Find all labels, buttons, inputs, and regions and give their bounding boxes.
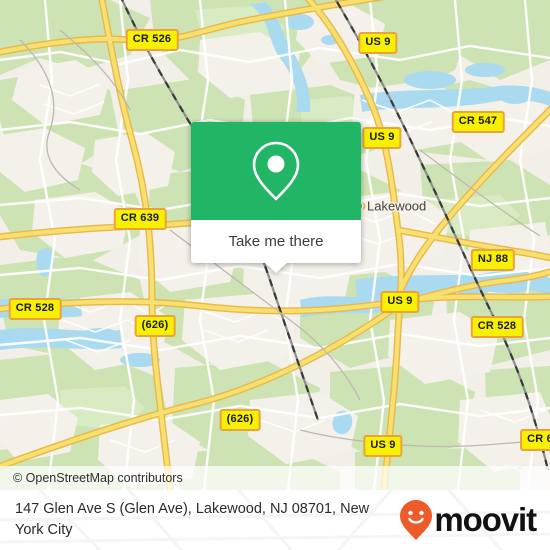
road-shield: CR 639 xyxy=(113,208,167,230)
popup-card-footer[interactable]: Take me there xyxy=(191,220,361,273)
destination-popup-card[interactable]: Take me there xyxy=(191,122,361,273)
road-shield: CR 6 xyxy=(520,429,550,451)
take-me-there-label: Take me there xyxy=(228,233,324,250)
attribution-text: © OpenStreetMap contributors xyxy=(13,471,183,485)
moovit-wordmark: moovit xyxy=(434,501,537,538)
road-shield: (626) xyxy=(134,315,176,337)
address-footer-bar: 147 Glen Ave S (Glen Ave), Lakewood, NJ … xyxy=(0,490,550,550)
road-shield: US 9 xyxy=(380,291,420,313)
road-shield: CR 528 xyxy=(470,316,524,338)
moovit-map-screenshot: CR 526 US 9 CR 547 US 9 CR 639 NJ 88 US … xyxy=(0,0,550,550)
popup-card-header xyxy=(191,122,361,220)
place-label-lakewood: Lakewood xyxy=(355,199,426,214)
place-name: Lakewood xyxy=(367,198,427,214)
road-shield: CR 547 xyxy=(451,111,505,133)
moovit-brand-logo[interactable]: moovit xyxy=(399,499,537,541)
popup-pointer-tail xyxy=(265,263,287,273)
moovit-pin-smile-icon xyxy=(400,500,433,540)
road-shield: NJ 88 xyxy=(470,249,516,271)
road-shield: CR 526 xyxy=(125,29,179,51)
road-shield: (626) xyxy=(219,409,261,431)
road-shield: US 9 xyxy=(363,435,403,457)
map-canvas[interactable]: CR 526 US 9 CR 547 US 9 CR 639 NJ 88 US … xyxy=(0,0,550,490)
map-pin-icon xyxy=(252,141,300,201)
address-text: 147 Glen Ave S (Glen Ave), Lakewood, NJ … xyxy=(15,501,370,538)
map-attribution-bar: © OpenStreetMap contributors xyxy=(0,466,550,490)
road-shield: US 9 xyxy=(358,32,398,54)
road-shield: US 9 xyxy=(362,127,402,149)
road-shield: CR 528 xyxy=(8,298,62,320)
